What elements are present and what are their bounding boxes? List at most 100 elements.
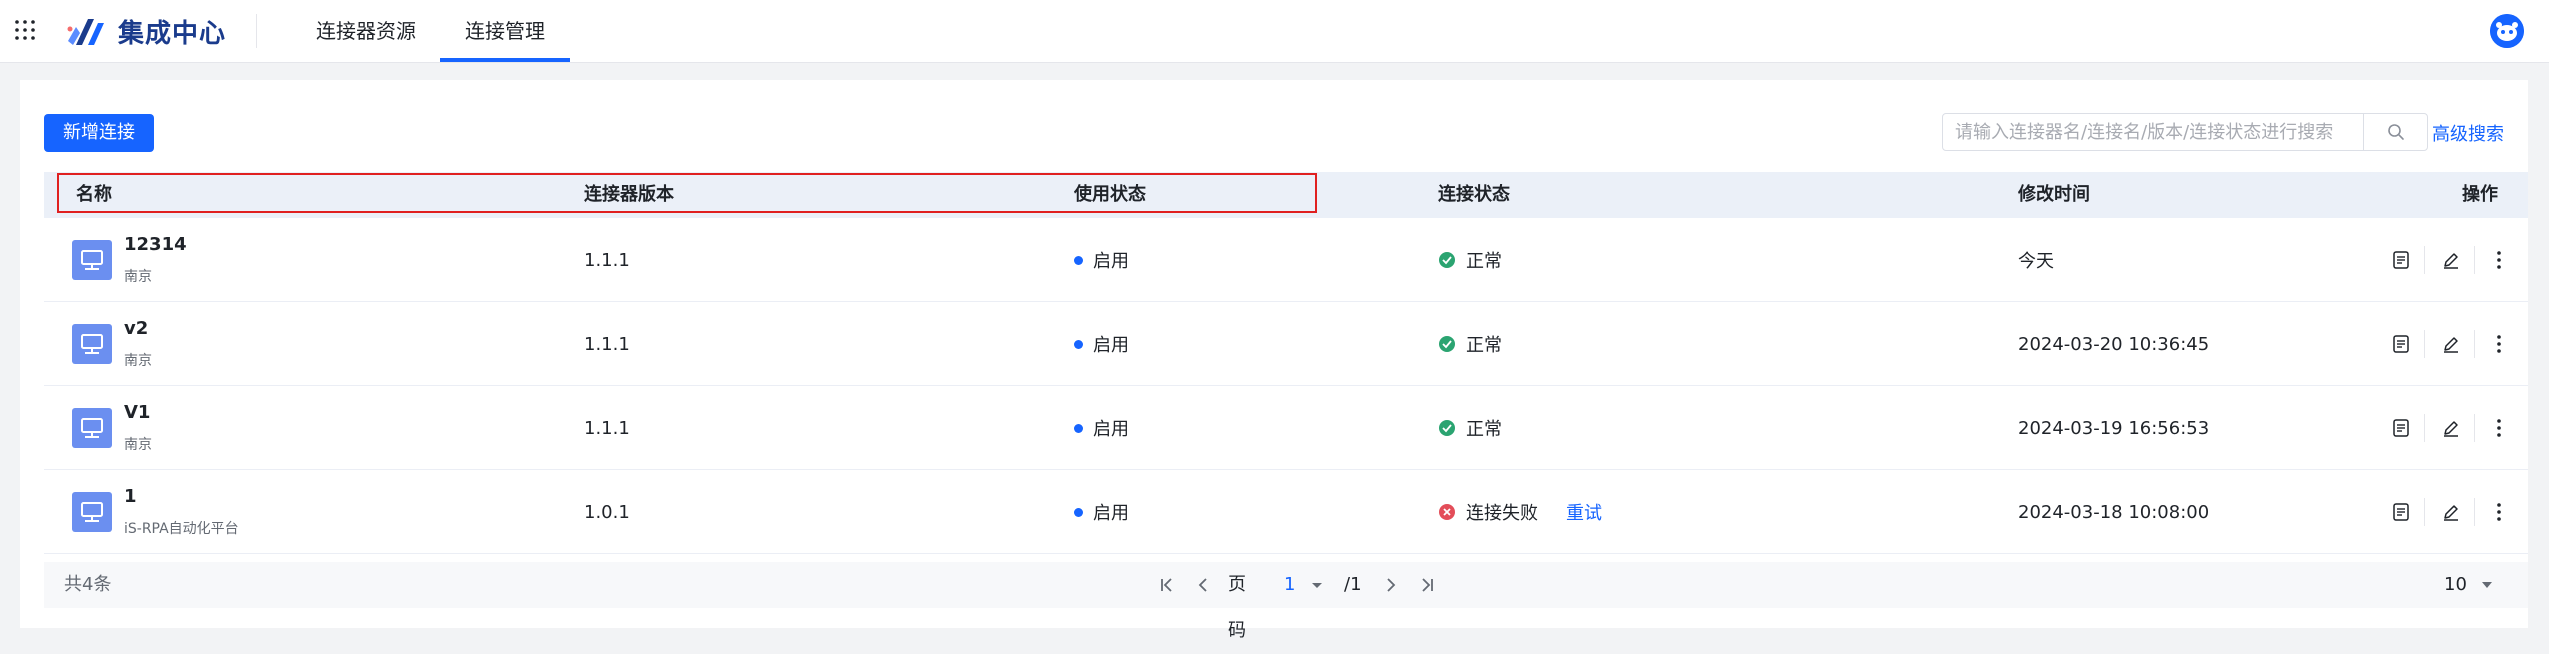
- page-size-select[interactable]: 10: [2444, 562, 2504, 608]
- prev-page-icon[interactable]: [1192, 574, 1214, 596]
- row-actions: [2384, 386, 2524, 470]
- connection-subtitle: 南京: [124, 353, 152, 369]
- usage-status-text: 启用: [1093, 335, 1129, 356]
- name-cell: 12314 南京: [44, 218, 564, 302]
- log-document-icon[interactable]: [2390, 501, 2412, 523]
- log-document-icon[interactable]: [2390, 249, 2412, 271]
- current-page-select[interactable]: 1: [1284, 562, 1295, 608]
- edit-pencil-icon[interactable]: [2440, 249, 2462, 271]
- column-header-version[interactable]: 连接器版本: [584, 172, 674, 218]
- connection-name[interactable]: 12314: [124, 234, 187, 255]
- table-header: 名称 连接器版本 使用状态 连接状态 修改时间 操作: [44, 172, 2528, 218]
- more-vertical-icon[interactable]: [2488, 501, 2510, 523]
- page-dropdown-icon[interactable]: [1306, 574, 1328, 596]
- usage-status-dot: [1074, 423, 1083, 433]
- name-cell: v2 南京: [44, 302, 564, 386]
- name-cell: V1 南京: [44, 386, 564, 470]
- row-actions: [2384, 302, 2524, 386]
- row-actions: [2384, 470, 2524, 554]
- chevron-down-icon: [2482, 582, 2492, 588]
- version-cell: 1.1.1: [584, 417, 630, 439]
- usage-status-dot: [1074, 339, 1083, 349]
- modified-time-cell: 2024-03-20 10:36:45: [2018, 333, 2210, 355]
- more-vertical-icon[interactable]: [2488, 333, 2510, 355]
- action-divider: [2424, 414, 2425, 442]
- column-header-modified-time[interactable]: 修改时间: [2018, 172, 2090, 218]
- advanced-search-link[interactable]: 高级搜索: [2432, 120, 2504, 146]
- usage-status-dot: [1074, 255, 1083, 265]
- action-divider: [2474, 498, 2475, 526]
- apps-grid-icon[interactable]: [14, 19, 36, 41]
- edit-pencil-icon[interactable]: [2440, 333, 2462, 355]
- connection-monitor-icon: [72, 408, 112, 448]
- search-input[interactable]: [1943, 114, 2363, 150]
- top-navigation: 集成中心 连接器资源 连接管理: [0, 0, 2549, 63]
- more-vertical-icon[interactable]: [2488, 417, 2510, 439]
- modified-time-cell: 2024-03-19 16:56:53: [2018, 417, 2210, 439]
- action-divider: [2424, 246, 2425, 274]
- action-divider: [2474, 246, 2475, 274]
- column-header-connection-status[interactable]: 连接状态: [1438, 172, 1510, 218]
- connection-status-text: 正常: [1466, 335, 1502, 356]
- modified-time-cell: 2024-03-18 10:08:00: [2018, 501, 2210, 523]
- log-document-icon[interactable]: [2390, 417, 2412, 439]
- error-x-icon: [1439, 504, 1455, 520]
- connection-status-cell: 正常: [1438, 302, 1502, 386]
- connection-subtitle: 南京: [124, 269, 152, 285]
- table-row[interactable]: V1 南京 1.1.1 启用 正常 2024-03-19 16:56:53: [44, 386, 2528, 470]
- logo-mark-icon: [67, 19, 104, 45]
- connection-status-cell: 正常: [1438, 386, 1502, 470]
- version-cell: 1.0.1: [584, 501, 630, 523]
- total-count: 共4条: [64, 574, 112, 595]
- usage-status-cell: 启用: [1074, 386, 1129, 470]
- column-header-name[interactable]: 名称: [76, 172, 112, 218]
- success-check-icon: [1439, 252, 1455, 268]
- usage-status-dot: [1074, 507, 1083, 517]
- connection-name[interactable]: V1: [124, 402, 150, 423]
- row-actions: [2384, 218, 2524, 302]
- usage-status-text: 启用: [1093, 419, 1129, 440]
- add-connection-button[interactable]: 新增连接: [44, 114, 154, 152]
- usage-status-cell: 启用: [1074, 218, 1129, 302]
- app-logo[interactable]: 集成中心: [64, 14, 226, 49]
- total-pages: /1: [1344, 574, 1362, 595]
- last-page-icon[interactable]: [1416, 574, 1438, 596]
- usage-status-text: 启用: [1093, 251, 1129, 272]
- page-size-value: 10: [2444, 574, 2467, 595]
- usage-status-cell: 启用: [1074, 302, 1129, 386]
- modified-time-cell: 今天: [2018, 251, 2054, 272]
- content-card: 新增连接 高级搜索 名称 连接器版本 使用状态 连接状态 修改时间 操作 123…: [20, 80, 2528, 641]
- connection-status-text: 正常: [1466, 251, 1502, 272]
- action-divider: [2474, 414, 2475, 442]
- search-button[interactable]: [2364, 114, 2427, 150]
- avatar-robot-icon: [2490, 14, 2524, 48]
- action-divider: [2474, 330, 2475, 358]
- connection-name[interactable]: 1: [124, 486, 137, 507]
- tab-connection-management[interactable]: 连接管理: [440, 0, 570, 62]
- connection-status-text: 连接失败: [1466, 503, 1538, 524]
- version-cell: 1.1.1: [584, 333, 630, 355]
- table-row[interactable]: 1 iS-RPA自动化平台 1.0.1 启用 连接失败 重试 2024-03-18 10:0…: [44, 470, 2528, 554]
- log-document-icon[interactable]: [2390, 333, 2412, 355]
- column-header-actions: 操作: [2462, 184, 2498, 205]
- user-avatar[interactable]: [2490, 14, 2524, 48]
- more-vertical-icon[interactable]: [2488, 249, 2510, 271]
- table-row[interactable]: v2 南京 1.1.1 启用 正常 2024-03-20 10:36:45: [44, 302, 2528, 386]
- connection-subtitle: iS-RPA自动化平台: [124, 521, 239, 537]
- table-footer: 共4条 页码 1 /1 10: [44, 562, 2528, 641]
- version-cell: 1.1.1: [584, 249, 630, 271]
- connection-status-cell: 连接失败 重试: [1438, 470, 1602, 554]
- first-page-icon[interactable]: [1156, 574, 1178, 596]
- retry-link[interactable]: 重试: [1566, 499, 1602, 525]
- next-page-icon[interactable]: [1380, 574, 1402, 596]
- edit-pencil-icon[interactable]: [2440, 501, 2462, 523]
- nav-divider: [256, 14, 257, 48]
- edit-pencil-icon[interactable]: [2440, 417, 2462, 439]
- tab-connector-resources[interactable]: 连接器资源: [296, 0, 436, 62]
- connection-name[interactable]: v2: [124, 318, 148, 339]
- name-cell: 1 iS-RPA自动化平台: [44, 470, 564, 554]
- column-header-usage-status[interactable]: 使用状态: [1074, 172, 1146, 218]
- table-row[interactable]: 12314 南京 1.1.1 启用 正常 今天: [44, 218, 2528, 302]
- connection-status-cell: 正常: [1438, 218, 1502, 302]
- connection-monitor-icon: [72, 492, 112, 532]
